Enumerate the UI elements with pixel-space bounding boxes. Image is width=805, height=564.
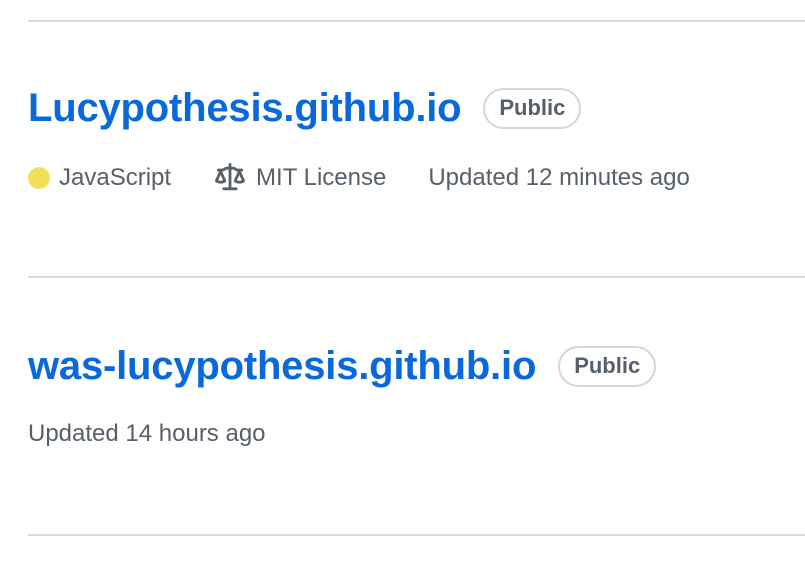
updated-time: Updated 12 minutes ago: [428, 164, 690, 191]
list-divider: [28, 534, 805, 536]
repo-item: was-lucypothesis.github.io Public Update…: [28, 344, 805, 448]
repo-license[interactable]: MIT License: [213, 163, 386, 193]
updated-time: Updated 14 hours ago: [28, 420, 266, 447]
repo-item: Lucypothesis.github.io Public JavaScript…: [28, 86, 805, 193]
language-label: JavaScript: [59, 164, 172, 191]
list-divider: [28, 20, 805, 22]
repo-meta: JavaScript MIT License Updated 12 minute…: [28, 163, 805, 193]
language-color-dot: [28, 167, 50, 189]
visibility-badge: Public: [483, 87, 582, 129]
repo-language: JavaScript: [28, 164, 171, 192]
repo-title-row: Lucypothesis.github.io Public: [28, 86, 805, 130]
license-label: MIT License: [256, 164, 387, 191]
repo-meta: Updated 14 hours ago: [28, 420, 805, 448]
list-divider: [28, 276, 805, 278]
repo-title-row: was-lucypothesis.github.io Public: [28, 344, 805, 388]
repository-list: Lucypothesis.github.io Public JavaScript…: [0, 0, 805, 564]
law-icon: [215, 163, 246, 191]
visibility-badge: Public: [558, 345, 657, 387]
repo-name-link[interactable]: was-lucypothesis.github.io: [28, 344, 536, 389]
repo-name-link[interactable]: Lucypothesis.github.io: [28, 86, 462, 131]
